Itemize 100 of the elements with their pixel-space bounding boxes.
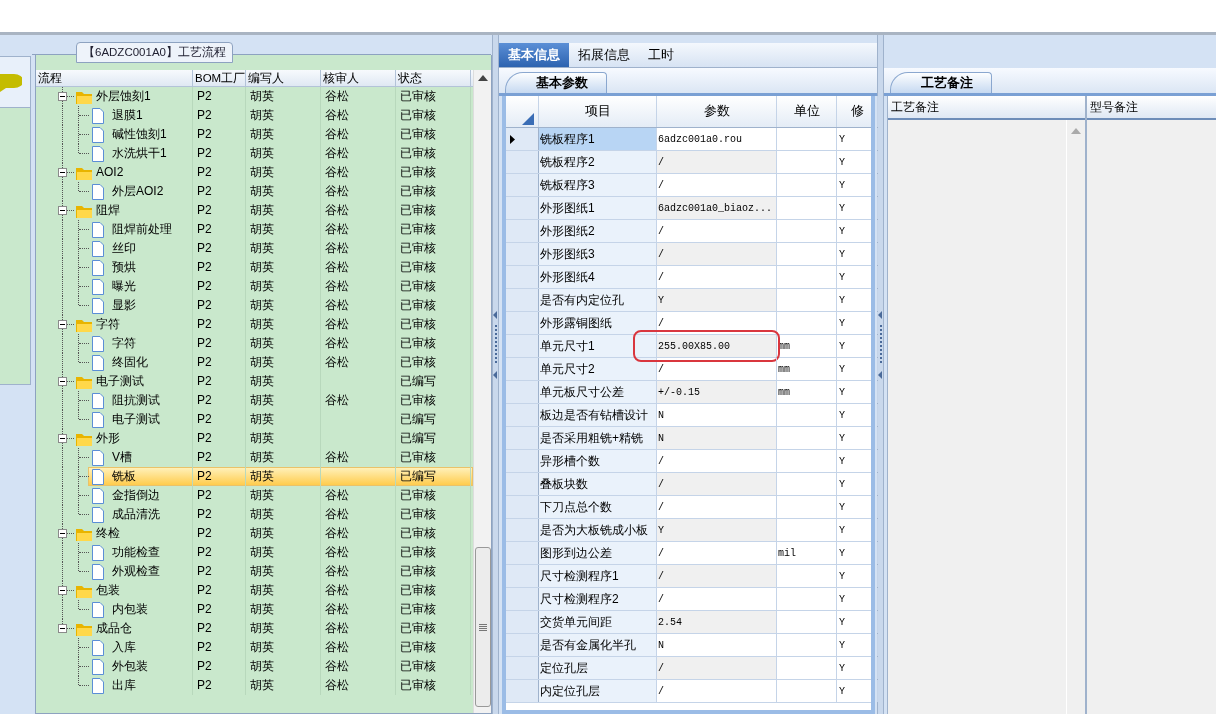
tab[interactable]: 拓展信息 bbox=[569, 43, 639, 67]
column-header[interactable]: 工艺备注 bbox=[888, 96, 1085, 120]
tree-row[interactable]: 丝印 P2 胡英 谷松 已审核 bbox=[36, 239, 473, 258]
tree-row[interactable]: 字符 P2 胡英 谷松 已审核 bbox=[36, 315, 473, 334]
collapse-icon[interactable] bbox=[58, 434, 67, 443]
tree-row[interactable]: AOI2 P2 胡英 谷松 已审核 bbox=[36, 163, 473, 182]
table-cell: 是否采用粗铣+精铣 bbox=[539, 427, 657, 449]
collapse-icon[interactable] bbox=[58, 92, 67, 101]
tree-row[interactable]: 成品清洗 P2 胡英 谷松 已审核 bbox=[36, 505, 473, 524]
table-cell: 胡英 bbox=[246, 277, 321, 296]
table-cell: 胡英 bbox=[246, 353, 321, 372]
tree-row[interactable]: 外包装 P2 胡英 谷松 已审核 bbox=[36, 657, 473, 676]
table-cell: 胡英 bbox=[246, 562, 321, 581]
tab[interactable]: 基本参数 bbox=[505, 72, 607, 93]
table-cell: / bbox=[657, 312, 777, 334]
tree-row[interactable]: 曝光 P2 胡英 谷松 已审核 bbox=[36, 277, 473, 296]
scroll-up-icon[interactable] bbox=[477, 75, 488, 81]
table-cell: 已审核 bbox=[396, 106, 471, 125]
table-cell: 胡英 bbox=[246, 581, 321, 600]
table-cell: P2 bbox=[193, 315, 246, 334]
tree-row[interactable]: 阻焊前处理 P2 胡英 谷松 已审核 bbox=[36, 220, 473, 239]
tree-row[interactable]: 显影 P2 胡英 谷松 已审核 bbox=[36, 296, 473, 315]
collapse-icon[interactable] bbox=[58, 320, 67, 329]
collapse-icon[interactable] bbox=[58, 586, 67, 595]
tree-row[interactable]: 碱性蚀刻1 P2 胡英 谷松 已审核 bbox=[36, 125, 473, 144]
tree-row[interactable]: 预烘 P2 胡英 谷松 已审核 bbox=[36, 258, 473, 277]
table-cell: 已审核 bbox=[396, 486, 471, 505]
table-cell: 谷松 bbox=[321, 220, 396, 239]
collapse-icon[interactable] bbox=[58, 206, 67, 215]
document-icon bbox=[92, 507, 104, 523]
tree-row[interactable]: 阻抗测试 P2 胡英 谷松 已审核 bbox=[36, 391, 473, 410]
tree-row[interactable]: V槽 P2 胡英 谷松 已审核 bbox=[36, 448, 473, 467]
column-header[interactable]: BOM工厂 bbox=[193, 70, 246, 86]
tree-row[interactable]: 水洗烘干1 P2 胡英 谷松 已审核 bbox=[36, 144, 473, 163]
column-header[interactable]: 编写人 bbox=[246, 70, 321, 86]
tree-row[interactable]: 包装 P2 胡英 谷松 已审核 bbox=[36, 581, 473, 600]
table-cell: P2 bbox=[193, 562, 246, 581]
column-header[interactable]: 项目 bbox=[539, 96, 657, 127]
document-icon bbox=[92, 241, 104, 257]
tree-row[interactable]: 电子测试 P2 胡英 已编写 bbox=[36, 410, 473, 429]
splitter-grip-icon[interactable] bbox=[493, 310, 498, 379]
column-header[interactable]: 单位 bbox=[777, 96, 837, 127]
row-header[interactable] bbox=[506, 128, 539, 150]
tree-label: 阻抗测试 bbox=[112, 392, 160, 409]
table-cell: 单元尺寸2 bbox=[539, 358, 657, 380]
tree-row[interactable]: 出库 P2 胡英 谷松 已审核 bbox=[36, 676, 473, 695]
table-cell: 胡英 bbox=[246, 676, 321, 695]
tree-row[interactable]: 功能检查 P2 胡英 谷松 已审核 bbox=[36, 543, 473, 562]
table-cell: 叠板块数 bbox=[539, 473, 657, 495]
table-cell: P2 bbox=[193, 486, 246, 505]
document-icon bbox=[92, 412, 104, 428]
tree-row[interactable]: 外观检查 P2 胡英 谷松 已审核 bbox=[36, 562, 473, 581]
table-cell: 谷松 bbox=[321, 334, 396, 353]
table-cell: 谷松 bbox=[321, 125, 396, 144]
tree-row[interactable]: 金指倒边 P2 胡英 谷松 已审核 bbox=[36, 486, 473, 505]
column-header[interactable]: 核审人 bbox=[321, 70, 396, 86]
tree-row[interactable]: 入库 P2 胡英 谷松 已审核 bbox=[36, 638, 473, 657]
grip-icon[interactable] bbox=[478, 623, 487, 631]
scrollbar[interactable] bbox=[473, 70, 491, 713]
speech-bubble-icon[interactable] bbox=[0, 72, 22, 92]
table-cell: 尺寸检测程序2 bbox=[539, 588, 657, 610]
table-cell: 胡英 bbox=[246, 239, 321, 258]
table-cell: 已审核 bbox=[396, 676, 471, 695]
table-cell: 谷松 bbox=[321, 201, 396, 220]
corner-icon[interactable] bbox=[522, 113, 534, 125]
table-cell: 已审核 bbox=[396, 524, 471, 543]
tree-label: 丝印 bbox=[112, 240, 136, 257]
tree-row[interactable]: 内包装 P2 胡英 谷松 已审核 bbox=[36, 600, 473, 619]
collapse-icon[interactable] bbox=[58, 529, 67, 538]
column-header[interactable]: 参数 bbox=[657, 96, 777, 127]
tree-row[interactable]: 外形 P2 胡英 已编写 bbox=[36, 429, 473, 448]
tree-row[interactable]: 阻焊 P2 胡英 谷松 已审核 bbox=[36, 201, 473, 220]
table-cell: 已审核 bbox=[396, 239, 471, 258]
tree-row[interactable]: 字符 P2 胡英 谷松 已审核 bbox=[36, 334, 473, 353]
table-cell: mm bbox=[777, 358, 837, 380]
tree-row[interactable]: 铣板 P2 胡英 已编写 bbox=[36, 467, 473, 486]
collapse-icon[interactable] bbox=[58, 624, 67, 633]
tab[interactable]: 工时 bbox=[639, 43, 683, 67]
column-header[interactable]: 型号备注 bbox=[1087, 96, 1216, 120]
tree-row[interactable]: 成品仓 P2 胡英 谷松 已审核 bbox=[36, 619, 473, 638]
tab[interactable]: 工艺备注 bbox=[890, 72, 992, 93]
tree-row[interactable]: 终检 P2 胡英 谷松 已审核 bbox=[36, 524, 473, 543]
table-cell: 胡英 bbox=[246, 315, 321, 334]
table-cell: 已审核 bbox=[396, 619, 471, 638]
tree-row[interactable]: 外层蚀刻1 P2 胡英 谷松 已审核 bbox=[36, 87, 473, 106]
tree-row[interactable]: 退膜1 P2 胡英 谷松 已审核 bbox=[36, 106, 473, 125]
column-header[interactable]: 流程 bbox=[36, 70, 193, 86]
column-header[interactable]: 状态 bbox=[396, 70, 471, 86]
tab[interactable]: 基本信息 bbox=[499, 43, 569, 67]
splitter-grip-icon[interactable] bbox=[878, 310, 883, 379]
tree-row[interactable]: 电子测试 P2 胡英 已编写 bbox=[36, 372, 473, 391]
collapse-icon[interactable] bbox=[58, 168, 67, 177]
table-cell: P2 bbox=[193, 600, 246, 619]
table-cell: 外形图纸2 bbox=[539, 220, 657, 242]
tree-row[interactable]: 终固化 P2 胡英 谷松 已审核 bbox=[36, 353, 473, 372]
table-cell: 胡英 bbox=[246, 106, 321, 125]
collapse-icon[interactable] bbox=[58, 377, 67, 386]
table-cell: 已审核 bbox=[396, 353, 471, 372]
table-cell: 谷松 bbox=[321, 657, 396, 676]
tree-row[interactable]: 外层AOI2 P2 胡英 谷松 已审核 bbox=[36, 182, 473, 201]
